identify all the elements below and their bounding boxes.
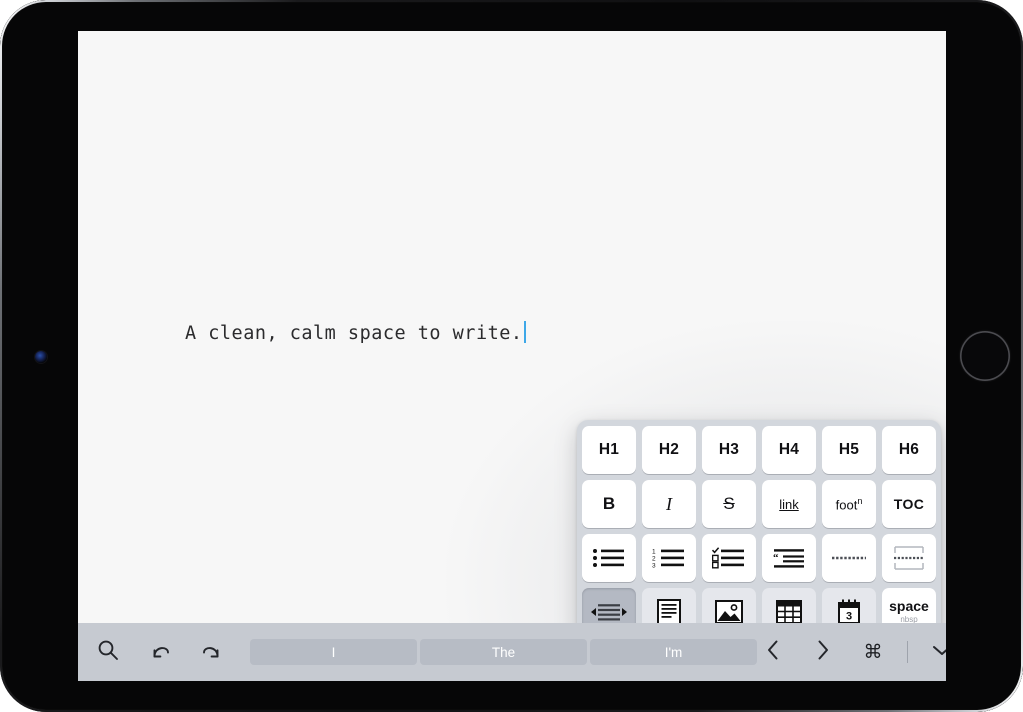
key-h2[interactable]: H2 — [642, 426, 696, 474]
chevron-right-icon — [815, 639, 831, 666]
key-footnote[interactable]: footn — [822, 480, 876, 528]
keyboard-row-block-elements: 1 2 3 “ — [582, 534, 936, 582]
key-footnote-label: footn — [836, 496, 863, 512]
next-button[interactable] — [807, 636, 839, 668]
chevron-left-icon — [765, 639, 781, 666]
search-icon — [97, 639, 119, 666]
calendar-icon: 3 — [837, 599, 861, 625]
home-button[interactable] — [960, 331, 1010, 381]
key-italic[interactable]: I — [642, 480, 696, 528]
svg-text:3: 3 — [652, 562, 656, 569]
key-bullet-list[interactable] — [582, 534, 636, 582]
command-icon: ⌘ — [863, 641, 883, 663]
key-footnote-text: foot — [835, 497, 858, 513]
numbered-list-icon: 1 2 3 — [652, 547, 686, 569]
search-button[interactable] — [92, 636, 124, 668]
bottom-bar-right-tools: ⌘ — [757, 636, 946, 668]
key-h4-label: H4 — [778, 441, 800, 458]
table-icon — [776, 600, 802, 624]
document-text-line[interactable]: A clean, calm space to write. — [185, 321, 526, 344]
key-h1-label: H1 — [598, 441, 620, 458]
key-h2-label: H2 — [658, 441, 680, 458]
format-keyboard-panel[interactable]: H1 H2 H3 H4 H5 H6 B I S link footn TOC 1… — [577, 420, 941, 654]
key-checklist[interactable] — [702, 534, 756, 582]
key-bold[interactable]: B — [582, 480, 636, 528]
bullet-list-icon — [592, 547, 626, 569]
suggestion-1[interactable]: I — [250, 639, 417, 665]
keyboard-bottom-bar: I The I'm ⌘ — [78, 623, 946, 681]
key-strikethrough-label: S — [723, 494, 735, 513]
bottom-bar-left-tools — [78, 636, 228, 668]
redo-button[interactable] — [196, 636, 228, 668]
document-icon — [657, 599, 681, 625]
redo-icon — [200, 639, 224, 666]
undo-button[interactable] — [144, 636, 176, 668]
checklist-icon — [712, 547, 746, 569]
key-link-label: link — [779, 496, 799, 512]
dashed-rule-icon — [831, 547, 867, 569]
front-camera-icon — [35, 351, 47, 363]
document-text: A clean, calm space to write. — [185, 323, 523, 344]
key-space-label: space — [889, 598, 929, 615]
undo-icon — [148, 639, 172, 666]
predictive-text-suggestions: I The I'm — [250, 639, 757, 665]
key-numbered-list[interactable]: 1 2 3 — [642, 534, 696, 582]
key-h5[interactable]: H5 — [822, 426, 876, 474]
key-italic-label: I — [666, 493, 672, 514]
suggestion-2[interactable]: The — [420, 639, 587, 665]
svg-text:“: “ — [773, 552, 779, 564]
device-screen: A clean, calm space to write. H1 H2 H3 H… — [78, 31, 946, 681]
key-space-labels: space nbsp — [889, 599, 929, 624]
key-blockquote[interactable]: “ — [762, 534, 816, 582]
blockquote-icon: “ — [772, 547, 806, 569]
tablet-device: A clean, calm space to write. H1 H2 H3 H… — [0, 0, 1023, 712]
key-h1[interactable]: H1 — [582, 426, 636, 474]
chevron-down-icon — [931, 642, 946, 663]
keyboard-row-inline-formatting: B I S link footn TOC — [582, 480, 936, 528]
image-icon — [715, 600, 743, 624]
suggestion-3[interactable]: I'm — [590, 639, 757, 665]
key-h3-label: H3 — [718, 441, 740, 458]
key-h5-label: H5 — [838, 441, 860, 458]
key-h6-label: H6 — [898, 441, 920, 458]
calendar-day-number: 3 — [846, 611, 852, 623]
toolbar-divider — [907, 641, 908, 663]
key-footnote-superscript: n — [857, 495, 863, 506]
text-caret — [523, 321, 526, 343]
page-break-icon — [891, 546, 927, 570]
svg-text:2: 2 — [652, 555, 656, 562]
hide-keyboard-button[interactable] — [926, 636, 946, 668]
key-page-break[interactable] — [882, 534, 936, 582]
key-strikethrough[interactable]: S — [702, 480, 756, 528]
key-table-of-contents[interactable]: TOC — [882, 480, 936, 528]
key-toc-label: TOC — [893, 496, 925, 512]
command-button[interactable]: ⌘ — [857, 636, 889, 668]
key-h6[interactable]: H6 — [882, 426, 936, 474]
key-horizontal-rule[interactable] — [822, 534, 876, 582]
key-link[interactable]: link — [762, 480, 816, 528]
keyboard-row-headings: H1 H2 H3 H4 H5 H6 — [582, 426, 936, 474]
key-h3[interactable]: H3 — [702, 426, 756, 474]
indent-align-icon — [591, 602, 627, 622]
key-h4[interactable]: H4 — [762, 426, 816, 474]
key-bold-label: B — [602, 494, 616, 513]
previous-button[interactable] — [757, 636, 789, 668]
svg-text:1: 1 — [652, 548, 656, 555]
